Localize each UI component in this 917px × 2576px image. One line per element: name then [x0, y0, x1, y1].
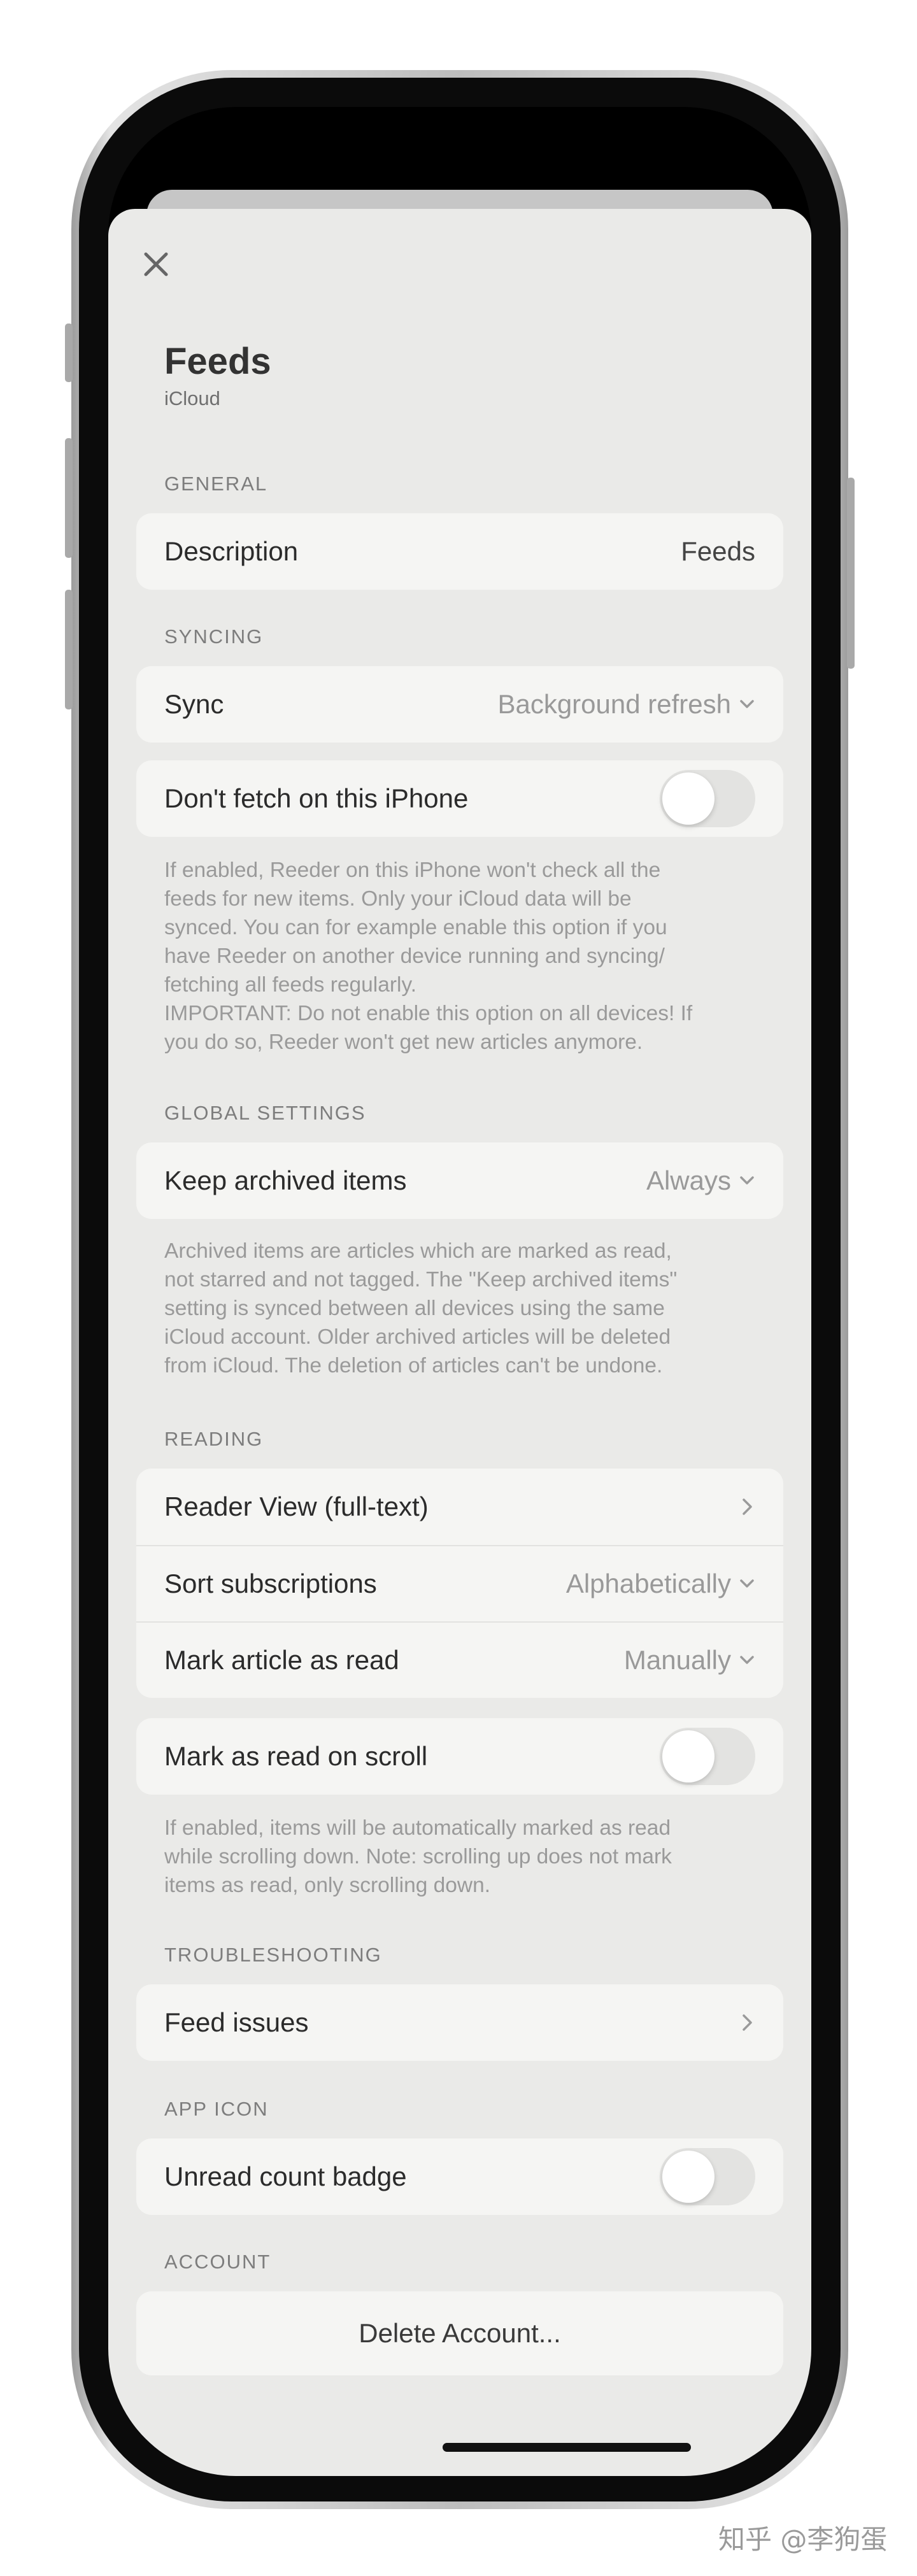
reading-footer: If enabled, items will be automatically … [164, 1816, 672, 1897]
delete-account-button[interactable]: Delete Account... [136, 2291, 783, 2375]
syncing-footer: If enabled, Reeder on this iPhone won't … [164, 858, 693, 1054]
sync-value[interactable]: Background refresh [497, 689, 755, 720]
sort-subscriptions-value[interactable]: Alphabetically [566, 1569, 755, 1599]
unread-badge-toggle[interactable] [660, 2148, 755, 2205]
mark-scroll-label: Mark as read on scroll [164, 1741, 428, 1771]
close-button[interactable] [134, 242, 178, 287]
global-settings-footer: Archived items are articles which are ma… [164, 1239, 678, 1377]
sync-row[interactable]: Sync Background refresh [136, 666, 783, 743]
sort-subscriptions-label: Sort subscriptions [164, 1569, 377, 1598]
app-icon-card: Unread count badge [136, 2138, 783, 2215]
toggle-knob [662, 772, 714, 825]
troubleshooting-card: Feed issues [136, 1984, 783, 2061]
section-label-reading: READING [164, 1428, 264, 1450]
section-label-troubleshooting: TROUBLESHOOTING [164, 1944, 382, 1966]
sort-subscriptions-row[interactable]: Sort subscriptions Alphabetically [136, 1545, 783, 1621]
home-indicator [443, 2443, 691, 2452]
delete-account-label: Delete Account... [359, 2318, 561, 2348]
dont-fetch-card: Don't fetch on this iPhone [136, 760, 783, 837]
watermark: 知乎 @李狗蛋 [718, 2524, 888, 2555]
section-label-account: ACCOUNT [164, 2251, 271, 2273]
chevron-down-icon [740, 1656, 754, 1664]
reader-view-label: Reader View (full-text) [164, 1491, 429, 1521]
dont-fetch-row: Don't fetch on this iPhone [136, 760, 783, 837]
keep-archived-value-text: Always [646, 1165, 731, 1195]
dont-fetch-label: Don't fetch on this iPhone [164, 783, 469, 813]
keep-archived-row[interactable]: Keep archived items Always [136, 1142, 783, 1219]
unread-badge-label: Unread count badge [164, 2161, 407, 2191]
section-label-general: GENERAL [164, 473, 268, 495]
page-subtitle: iCloud [164, 387, 220, 409]
reading-card: Reader View (full-text) Sort subscriptio… [136, 1469, 783, 1698]
section-label-app-icon: APP ICON [164, 2098, 269, 2120]
section-label-syncing: SYNCING [164, 625, 264, 648]
silent-switch [65, 324, 73, 382]
mark-scroll-card: Mark as read on scroll [136, 1718, 783, 1795]
chevron-right-icon [743, 1498, 752, 1515]
close-icon [144, 252, 168, 276]
description-value[interactable]: Feeds [681, 536, 755, 567]
feed-issues-label: Feed issues [164, 2007, 309, 2037]
mark-scroll-toggle[interactable] [660, 1728, 755, 1785]
toggle-knob [662, 1730, 714, 1783]
chevron-down-icon [740, 700, 754, 708]
description-label: Description [164, 536, 299, 566]
sync-value-text: Background refresh [497, 689, 731, 719]
keep-archived-value[interactable]: Always [646, 1165, 755, 1196]
mark-article-read-value-text: Manually [623, 1645, 731, 1675]
keep-archived-label: Keep archived items [164, 1165, 407, 1195]
mark-scroll-row: Mark as read on scroll [136, 1718, 783, 1795]
power-button [847, 478, 855, 669]
screen: Feeds iCloud GENERAL Description Feeds S… [108, 107, 811, 2476]
chevron-down-icon [740, 1176, 754, 1185]
chevron-down-icon [740, 1579, 754, 1588]
mark-article-read-row[interactable]: Mark article as read Manually [136, 1621, 783, 1698]
sync-card: Sync Background refresh [136, 666, 783, 743]
dont-fetch-toggle[interactable] [660, 770, 755, 827]
mark-article-read-label: Mark article as read [164, 1645, 399, 1675]
volume-down-button [65, 590, 73, 709]
account-card: Delete Account... [136, 2291, 783, 2375]
chevron-right-icon [743, 2014, 752, 2031]
description-row[interactable]: Description Feeds [136, 513, 783, 590]
mark-article-read-value[interactable]: Manually [624, 1645, 755, 1676]
unread-badge-row: Unread count badge [136, 2138, 783, 2215]
global-settings-card: Keep archived items Always [136, 1142, 783, 1219]
toggle-knob [662, 2151, 714, 2203]
feeds-settings-sheet: Feeds iCloud GENERAL Description Feeds S… [108, 209, 811, 2476]
volume-up-button [65, 438, 73, 558]
feed-issues-row[interactable]: Feed issues [136, 1984, 783, 2061]
general-card: Description Feeds [136, 513, 783, 590]
sync-label: Sync [164, 689, 224, 719]
section-label-global-settings: GLOBAL SETTINGS [164, 1102, 366, 1124]
page-title: Feeds [164, 341, 271, 382]
reader-view-row[interactable]: Reader View (full-text) [136, 1469, 783, 1545]
sort-subscriptions-value-text: Alphabetically [565, 1569, 731, 1598]
